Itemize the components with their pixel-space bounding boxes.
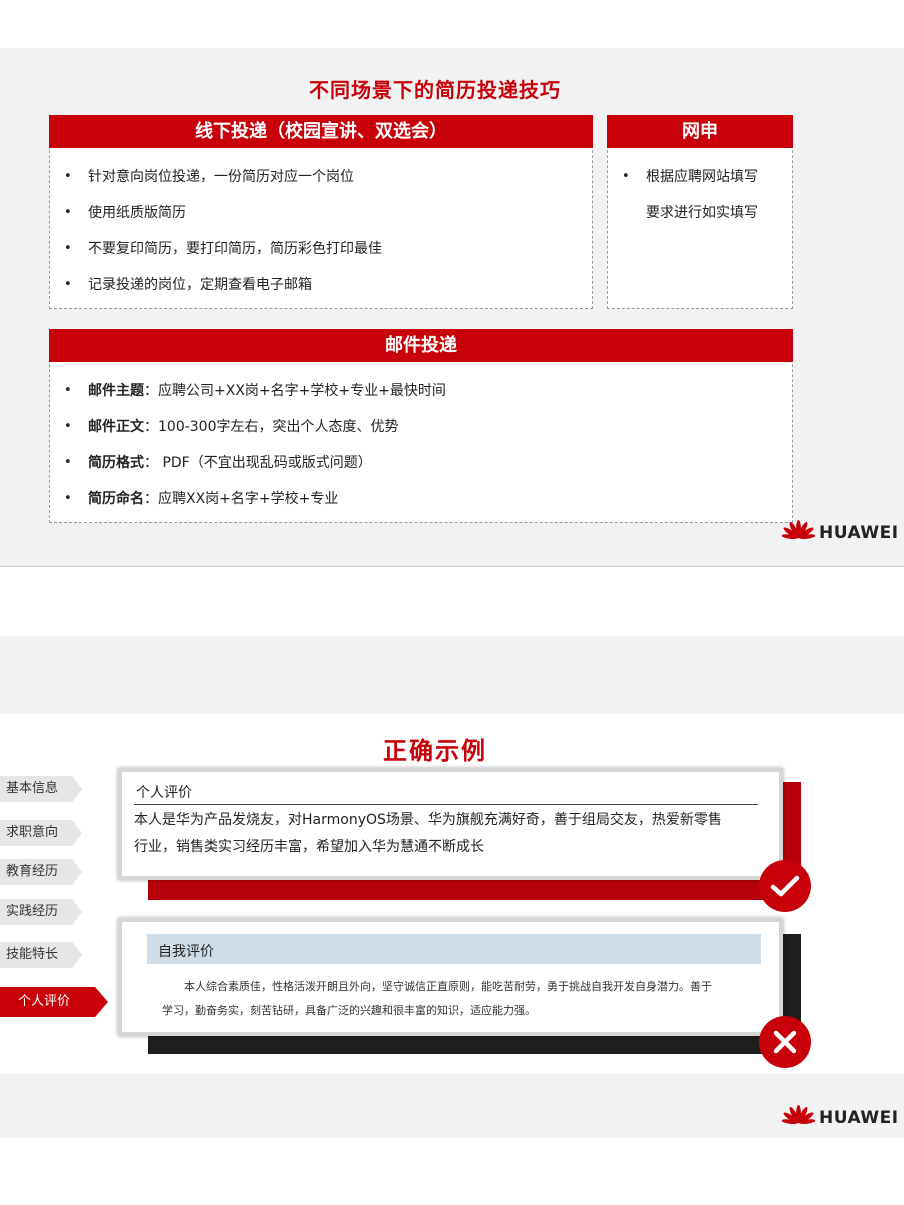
offline-tips-list: • 针对意向岗位投递，一份简历对应一个岗位 • 使用纸质版简历 • 不要复印简历，要打… [64,159,382,303]
online-application-header: 网申 [607,115,793,148]
huawei-logo: HUAWEI [782,1105,899,1131]
huawei-logo-icon [782,1105,815,1125]
nav-item-practice: 实践经历 [0,899,82,925]
check-icon [770,875,800,897]
list-item: • 根据应聘网站填写 [622,169,758,185]
nav-item-job-intention: 求职意向 [0,820,82,846]
nav-item-skills: 技能特长 [0,942,82,968]
slide-title: 不同场景下的简历投递技巧 [309,78,561,102]
list-item: • 邮件正文：100-300字左右，突出个人态度、优势 [64,419,399,435]
huawei-wordmark: HUAWEI [819,523,899,543]
list-item: • 针对意向岗位投递，一份简历对应一个岗位 [64,169,354,185]
huawei-logo: HUAWEI [782,520,899,546]
good-example-heading: 个人评价 [136,785,192,801]
list-item: • 不要复印简历，要打印简历，简历彩色打印最佳 [64,241,382,257]
correct-badge [759,860,811,912]
bad-example-body-line2: 学习，勤奋务实，刻苦钻研，具备广泛的兴趣和很丰富的知识，适应能力强。 [162,1004,536,1017]
email-delivery-panel: 邮件投递 • 邮件主题：应聘公司+XX岗+名字+学校+专业+最快时间 • 邮件正文：… [49,329,793,523]
email-delivery-header: 邮件投递 [49,329,793,362]
slide-resume-delivery-tips: 不同场景下的简历投递技巧 线下投递（校园宣讲、双选会） • 针对意向岗位投递，一份… [0,48,904,567]
list-item: • 简历格式： PDF（不宜出现乱码或版式问题） [64,455,372,471]
list-item: • 使用纸质版简历 [64,205,186,221]
list-item: • 记录投递的岗位，定期查看电子邮箱 [64,277,312,293]
good-example-body-line2: 行业，销售类实习经历丰富，希望加入华为慧通不断成长 [134,839,484,855]
incorrect-badge [759,1016,811,1068]
list-item: • 简历命名：应聘XX岗+名字+学校+专业 [64,491,339,507]
bad-example-heading-bar [147,934,761,964]
bad-example-heading: 自我评价 [158,944,214,960]
good-example-body-line1: 本人是华为产品发烧友，对HarmonyOS场景、华为旗舰充满好奇，善于组局交友，… [134,812,722,828]
nav-item-self-evaluation: 个人评价 [0,987,108,1017]
heading-underline [134,804,758,805]
good-example-card: 个人评价 本人是华为产品发烧友，对HarmonyOS场景、华为旗舰充满好奇，善于… [118,768,783,880]
bad-example-body-line1: 本人综合素质佳，性格活泼开朗且外向，坚守诚信正直原则，能吃苦耐劳，勇于挑战自我开… [184,980,712,993]
huawei-logo-icon [782,520,815,540]
list-item: 要求进行如实填写 [646,205,758,221]
offline-delivery-header: 线下投递（校园宣讲、双选会） [49,115,593,148]
offline-delivery-panel: 线下投递（校园宣讲、双选会） • 针对意向岗位投递，一份简历对应一个岗位 • 使用纸… [49,115,593,309]
list-item: • 邮件主题：应聘公司+XX岗+名字+学校+专业+最快时间 [64,383,446,399]
cross-icon [773,1030,797,1054]
nav-item-education: 教育经历 [0,859,82,885]
online-tips-list: • 根据应聘网站填写 要求进行如实填写 [622,159,758,231]
bad-example-card: 自我评价 本人综合素质佳，性格活泼开朗且外向，坚守诚信正直原则，能吃苦耐劳，勇于… [118,918,783,1036]
email-tips-list: • 邮件主题：应聘公司+XX岗+名字+学校+专业+最快时间 • 邮件正文：100-3… [64,373,446,517]
slide-title: 正确示例 [383,737,487,765]
huawei-wordmark: HUAWEI [819,1108,899,1128]
online-application-panel: 网申 • 根据应聘网站填写 要求进行如实填写 [607,115,793,309]
nav-item-basic-info: 基本信息 [0,776,82,802]
